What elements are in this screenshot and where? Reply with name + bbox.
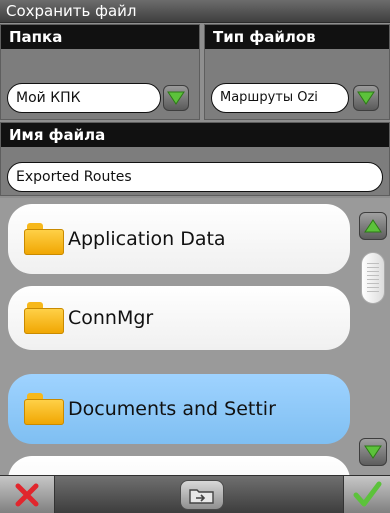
filetype-select[interactable]: Маршруты Ozi — [211, 83, 349, 113]
folder-label: Папка — [1, 25, 199, 49]
folder-dropdown-button[interactable] — [163, 85, 189, 111]
list-item[interactable]: Application Data — [8, 204, 350, 274]
list-item-label: Application Data — [68, 228, 226, 250]
folder-select[interactable]: Мой КПК — [7, 83, 161, 113]
new-folder-icon — [189, 489, 214, 504]
cancel-button[interactable] — [0, 476, 55, 513]
scroll-up-button[interactable] — [359, 212, 387, 240]
folder-panel: Папка Мой КПК — [0, 24, 200, 120]
window-title: Сохранить файл — [0, 0, 390, 23]
list-scrollbar[interactable] — [357, 212, 389, 512]
chevron-down-icon — [167, 91, 185, 105]
checkmark-icon — [353, 481, 382, 507]
file-list: Application Data ConnMgr Documents and S… — [0, 198, 390, 513]
save-file-dialog: Сохранить файл Папка Мой КПК Тип файлов … — [0, 0, 390, 513]
chevron-down-icon — [364, 445, 382, 459]
list-item[interactable]: ConnMgr — [8, 286, 350, 350]
bottom-toolbar — [0, 475, 390, 513]
filetype-dropdown-button[interactable] — [353, 85, 379, 111]
close-icon — [15, 483, 39, 507]
list-item-selected[interactable]: Documents and Settir — [8, 374, 350, 444]
list-item-label: ConnMgr — [68, 307, 154, 329]
folder-icon — [24, 302, 64, 334]
filename-input[interactable]: Exported Routes — [7, 162, 383, 192]
chevron-up-icon — [364, 219, 382, 233]
folder-icon — [24, 223, 64, 255]
new-folder-button[interactable] — [180, 480, 224, 510]
folder-icon — [24, 393, 64, 425]
list-item-label: Documents and Settir — [68, 398, 276, 420]
ok-button[interactable] — [343, 476, 390, 513]
scroll-thumb[interactable] — [361, 252, 385, 304]
filename-label: Имя файла — [1, 123, 389, 147]
filetype-panel: Тип файлов Маршруты Ozi — [204, 24, 390, 120]
filename-panel: Имя файла Exported Routes — [0, 122, 390, 196]
chevron-down-icon — [357, 91, 375, 105]
scroll-down-button[interactable] — [359, 438, 387, 466]
filetype-label: Тип файлов — [205, 25, 389, 49]
